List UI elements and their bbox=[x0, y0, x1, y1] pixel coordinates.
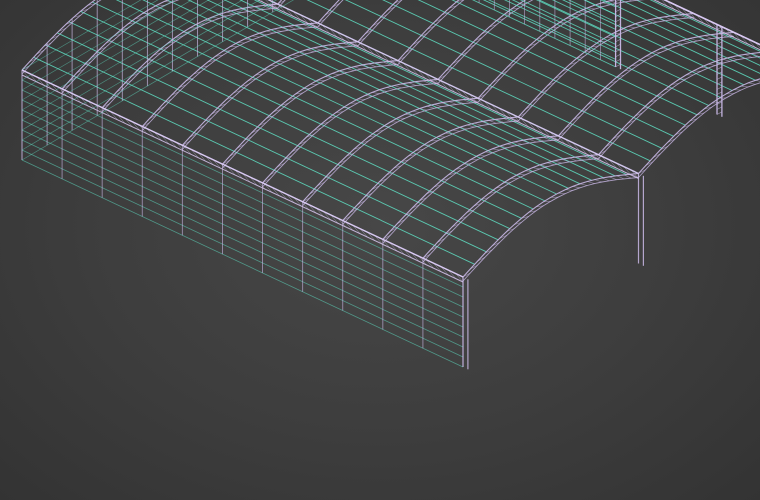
arched-trusses bbox=[21, 0, 760, 282]
eave-edges bbox=[21, 0, 760, 278]
back-wall-cladding bbox=[21, 69, 464, 368]
truss-structure-wireframe bbox=[21, 0, 760, 370]
valley-gutter-truss bbox=[21, 0, 760, 283]
roof-purlins bbox=[21, 0, 760, 278]
3d-viewport[interactable] bbox=[0, 0, 760, 500]
